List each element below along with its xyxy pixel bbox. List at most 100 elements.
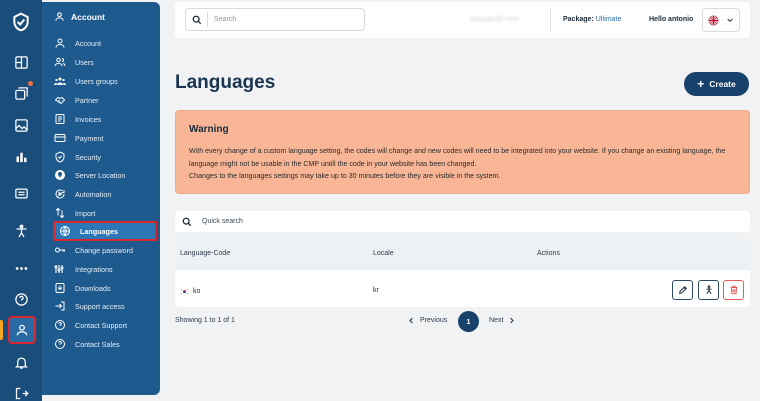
- previous-page-button[interactable]: Previous: [408, 317, 447, 324]
- sidebar-item-label: Invoices: [75, 114, 102, 124]
- help-circle-icon: [55, 320, 65, 330]
- column-header-language-code[interactable]: Language-Code: [180, 250, 230, 257]
- sidebar-item-import[interactable]: Import: [54, 204, 156, 222]
- results-count: Showing 1 to 1 of 1: [175, 317, 235, 324]
- page-number-button[interactable]: 1: [458, 311, 479, 332]
- uk-flag-icon: [708, 14, 719, 26]
- person-arrow-icon: [705, 285, 712, 295]
- sidebar-item-label: Automation: [75, 189, 112, 199]
- help-circle-icon: [55, 339, 65, 349]
- shield-icon: [55, 151, 65, 163]
- warning-text: Changes to the languages settings may ta…: [189, 172, 501, 180]
- sidebar-item-contact-support[interactable]: Contact Support: [54, 316, 156, 334]
- quick-search-field[interactable]: Quick search: [175, 211, 750, 232]
- sidebar-item-support-access[interactable]: Support access: [54, 297, 156, 315]
- chevron-right-icon: [510, 317, 515, 324]
- user-greeting[interactable]: Hello antonio: [649, 16, 693, 23]
- package-label: Package:: [563, 16, 594, 23]
- active-indicator: [0, 320, 3, 340]
- sidebar-item-users[interactable]: Users: [54, 53, 156, 71]
- sidebar-item-label: Downloads: [75, 283, 111, 293]
- sidebar-item-integrations[interactable]: Integrations: [54, 260, 156, 278]
- column-header-locale[interactable]: Locale: [373, 250, 394, 257]
- layers-icon[interactable]: [11, 81, 33, 103]
- sidebar-item-account[interactable]: Account: [54, 34, 156, 52]
- account-nav-button[interactable]: [8, 316, 36, 344]
- column-header-actions: Actions: [537, 250, 560, 257]
- sidebar-item-label: Account: [75, 38, 101, 48]
- icon-rail: [0, 0, 42, 401]
- search-input[interactable]: Search: [208, 16, 236, 23]
- sidebar-item-label: Support access: [75, 301, 125, 311]
- dashboard-icon[interactable]: [11, 52, 31, 72]
- locale-cell: kr: [373, 287, 379, 294]
- create-button[interactable]: + Create: [684, 72, 749, 96]
- sidebar-item-label: Change password: [75, 245, 133, 255]
- warning-banner: Warning With every change of a custom la…: [175, 110, 750, 194]
- sidebar-item-languages[interactable]: Languages: [53, 221, 157, 241]
- handshake-icon: [54, 96, 66, 105]
- quick-search-input[interactable]: Quick search: [199, 218, 243, 225]
- users-icon: [54, 57, 66, 67]
- toggle-settings-icon[interactable]: [11, 183, 31, 203]
- integrations-icon: [54, 265, 64, 273]
- sidebar-item-security[interactable]: Security: [54, 148, 156, 166]
- logo-icon[interactable]: [11, 12, 31, 32]
- automation-icon: [55, 189, 65, 199]
- divider: [550, 9, 551, 31]
- sidebar-item-downloads[interactable]: Downloads: [54, 279, 156, 297]
- table-header: Language-Code Locale Actions: [175, 237, 750, 270]
- search-icon: [175, 217, 199, 227]
- language-selector[interactable]: [702, 8, 740, 32]
- more-icon[interactable]: [11, 258, 31, 278]
- assign-button[interactable]: [698, 280, 719, 300]
- sidebar-item-label: Integrations: [75, 264, 113, 274]
- next-label: Next: [489, 317, 504, 324]
- accessibility-icon[interactable]: [11, 221, 31, 241]
- help-icon[interactable]: [11, 289, 31, 309]
- trash-icon: [730, 285, 737, 295]
- sidebar-item-server-location[interactable]: Server Location: [54, 166, 156, 184]
- invoice-icon: [55, 114, 65, 124]
- package-value: Ultimate: [595, 16, 622, 23]
- sidebar-item-label: Users: [75, 57, 94, 67]
- sidebar-item-automation[interactable]: Automation: [54, 185, 156, 203]
- search-field[interactable]: Search: [185, 8, 365, 31]
- language-code: ko: [193, 288, 201, 295]
- warning-body: With every change of a custom language s…: [189, 145, 741, 183]
- create-button-label: Create: [709, 79, 736, 89]
- warning-text: With every change of a custom language s…: [189, 147, 726, 168]
- warning-title: Warning: [189, 124, 229, 135]
- sidebar-item-label: Partner: [75, 95, 99, 105]
- globe-icon: [60, 226, 70, 236]
- sidebar-item-users-groups[interactable]: Users groups: [54, 72, 156, 90]
- sidebar-item-label: Security: [75, 152, 101, 162]
- account-sidebar: Account Account Users Users groups Partn…: [42, 2, 160, 395]
- sidebar-item-label: Import: [75, 208, 96, 218]
- package-info: Package: Ultimate: [563, 16, 621, 23]
- bar-chart-icon[interactable]: [11, 146, 31, 166]
- sidebar-item-change-password[interactable]: Change password: [54, 241, 156, 259]
- bell-icon[interactable]: [11, 352, 31, 372]
- logout-icon[interactable]: [11, 383, 31, 401]
- user-groups-icon: [54, 77, 66, 85]
- key-icon: [54, 247, 66, 253]
- plus-icon: +: [697, 77, 705, 91]
- sidebar-item-contact-sales[interactable]: Contact Sales: [54, 335, 156, 353]
- edit-button[interactable]: [672, 280, 693, 300]
- delete-button[interactable]: [723, 280, 744, 300]
- kr-flag-icon: [180, 288, 189, 295]
- sidebar-header-label: Account: [71, 11, 105, 22]
- chevron-down-icon: [727, 18, 733, 23]
- sidebar-item-label: Contact Sales: [75, 339, 120, 349]
- sidebar-item-invoices[interactable]: Invoices: [54, 110, 156, 128]
- sidebar-item-payment[interactable]: Payment: [54, 129, 156, 147]
- sidebar-header: Account: [54, 11, 105, 22]
- image-icon[interactable]: [11, 115, 31, 135]
- next-page-button[interactable]: Next: [489, 317, 515, 324]
- download-icon: [55, 283, 65, 293]
- sidebar-item-partner[interactable]: Partner: [54, 91, 156, 109]
- sidebar-item-label: Payment: [75, 133, 104, 143]
- app-root: Account Account Users Users groups Partn…: [0, 0, 760, 401]
- previous-label: Previous: [420, 317, 448, 324]
